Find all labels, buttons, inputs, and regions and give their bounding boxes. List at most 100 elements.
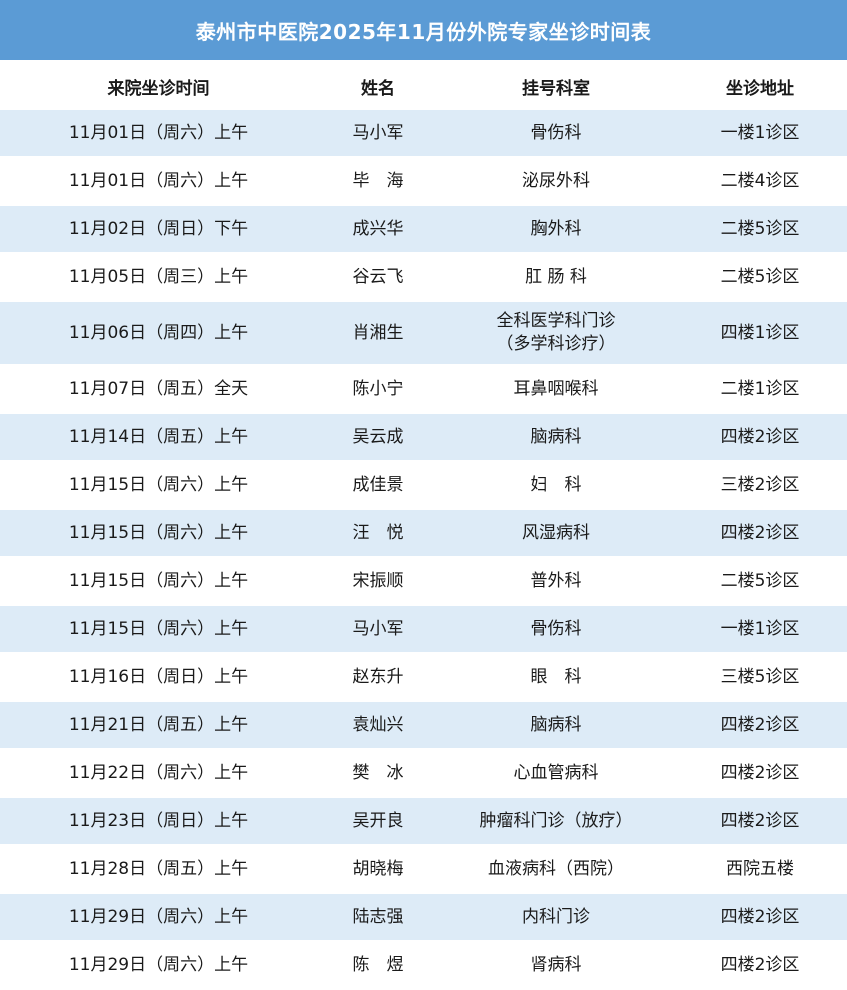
table-row: 11月15日（周六）上午 宋振顺 普外科 二楼5诊区 [0,557,847,606]
cell-location: 三楼5诊区 [673,653,847,702]
table-row: 11月28日（周五）上午 胡晓梅 血液病科（西院） 西院五楼 [0,845,847,894]
cell-time: 11月15日（周六）上午 [0,557,317,606]
schedule-table: 来院坐诊时间 姓名 挂号科室 坐诊地址 11月01日（周六）上午 马小军 骨伤科 一楼… [0,62,847,990]
table-row: 11月21日（周五）上午 袁灿兴 脑病科 四楼2诊区 [0,701,847,750]
cell-time: 11月23日（周日）上午 [0,797,317,846]
cell-time: 11月14日（周五）上午 [0,413,317,462]
cell-time: 11月15日（周六）上午 [0,509,317,558]
cell-time: 11月02日（周日）下午 [0,205,317,254]
department-label: 妇 科 [530,474,582,495]
cell-department: 眼 科 [439,653,673,702]
cell-location: 四楼2诊区 [673,893,847,942]
department-label: 泌尿外科 [522,170,590,191]
cell-name: 袁灿兴 [317,701,439,750]
cell-location: 西院五楼 [673,845,847,894]
table-row: 11月16日（周日）上午 赵东升 眼 科 三楼5诊区 [0,653,847,702]
cell-location: 二楼1诊区 [673,365,847,414]
cell-department: 血液病科（西院） [439,845,673,894]
cell-location: 四楼2诊区 [673,941,847,990]
table-row: 11月29日（周六）上午陈 煜 肾病科 四楼2诊区 [0,941,847,990]
table-row: 11月02日（周日）下午 成兴华 胸外科 二楼5诊区 [0,205,847,254]
cell-location: 四楼2诊区 [673,413,847,462]
cell-department: 内科门诊 [439,893,673,942]
cell-name: 陈小宁 [317,365,439,414]
cell-name: 成兴华 [317,205,439,254]
cell-department: 全科医学科门诊 （多学科诊疗） [439,301,673,366]
cell-time: 11月28日（周五）上午 [0,845,317,894]
cell-location: 四楼1诊区 [673,301,847,366]
cell-name: 谷云飞 [317,253,439,302]
table-row: 11月06日（周四）上午 肖湘生 全科医学科门诊 （多学科诊疗） 四楼1诊区 [0,301,847,366]
cell-department: 普外科 [439,557,673,606]
department-label: 肿瘤科门诊（放疗） [479,810,633,831]
department-label: 普外科 [530,570,582,591]
cell-name: 赵东升 [317,653,439,702]
cell-department: 肾病科 [439,941,673,990]
table-row: 11月23日（周日）上午 吴开良 肿瘤科门诊（放疗） 四楼2诊区 [0,797,847,846]
cell-time: 11月29日（周六）上午 [0,941,317,990]
table-header-row: 来院坐诊时间 姓名 挂号科室 坐诊地址 [0,62,847,110]
cell-time: 11月01日（周六）上午 [0,110,317,158]
department-label: 耳鼻咽喉科 [513,378,599,399]
table-row: 11月07日（周五）全天 陈小宁 耳鼻咽喉科 二楼1诊区 [0,365,847,414]
department-label: 全科医学科门诊 [496,311,616,332]
table-row: 11月01日（周六）上午 马小军 骨伤科 一楼1诊区 [0,110,847,158]
cell-name: 肖湘生 [317,301,439,366]
page-title: 泰州市中医院2025年11月份外院专家坐诊时间表 [0,0,847,62]
cell-time: 11月15日（周六）上午 [0,461,317,510]
cell-department: 胸外科 [439,205,673,254]
table-row: 11月05日（周三）上午 谷云飞 肛 肠 科 二楼5诊区 [0,253,847,302]
cell-location: 三楼2诊区 [673,461,847,510]
department-label: 肛 肠 科 [525,266,587,287]
cell-department: 风湿病科 [439,509,673,558]
cell-location: 二楼4诊区 [673,157,847,206]
cell-location: 一楼1诊区 [673,605,847,654]
table-row: 11月29日（周六）上午 陆志强 内科门诊 四楼2诊区 [0,893,847,942]
cell-department: 脑病科 [439,701,673,750]
department-label: 脑病科 [530,426,582,447]
cell-location: 一楼1诊区 [673,110,847,158]
cell-name: 陈 煜 [317,941,439,990]
cell-department: 脑病科 [439,413,673,462]
department-label: 胸外科 [530,218,582,239]
cell-name: 毕 海 [317,157,439,206]
cell-name: 汪 悦 [317,509,439,558]
cell-location: 四楼2诊区 [673,509,847,558]
cell-location: 四楼2诊区 [673,797,847,846]
header-location: 坐诊地址 [673,62,847,110]
cell-department: 耳鼻咽喉科 [439,365,673,414]
cell-time: 11月22日（周六）上午 [0,749,317,798]
cell-name: 成佳景 [317,461,439,510]
cell-name: 陆志强 [317,893,439,942]
table-row: 11月15日（周六）上午 成佳景 妇 科 三楼2诊区 [0,461,847,510]
cell-time: 11月29日（周六）上午 [0,893,317,942]
cell-location: 四楼2诊区 [673,749,847,798]
department-label: 血液病科（西院） [488,858,624,879]
cell-location: 二楼5诊区 [673,557,847,606]
cell-department: 泌尿外科 [439,157,673,206]
cell-time: 11月07日（周五）全天 [0,365,317,414]
department-label: 肾病科 [530,954,582,975]
cell-department: 妇 科 [439,461,673,510]
header-department: 挂号科室 [439,62,673,110]
table-row: 11月22日（周六）上午樊 冰 心血管病科 四楼2诊区 [0,749,847,798]
cell-time: 11月01日（周六）上午 [0,157,317,206]
cell-name: 马小军 [317,605,439,654]
header-name: 姓名 [317,62,439,110]
cell-department: 骨伤科 [439,605,673,654]
table-row: 11月15日（周六）上午 马小军 骨伤科 一楼1诊区 [0,605,847,654]
cell-name: 马小军 [317,110,439,158]
cell-department: 肛 肠 科 [439,253,673,302]
department-label: 骨伤科 [530,122,582,143]
cell-name: 胡晓梅 [317,845,439,894]
schedule-document: 泰州市中医院2025年11月份外院专家坐诊时间表 来院坐诊时间 姓名 挂号科室 … [0,0,847,990]
table-row: 11月15日（周六）上午汪 悦 风湿病科 四楼2诊区 [0,509,847,558]
department-label: 内科门诊 [522,906,590,927]
cell-time: 11月05日（周三）上午 [0,253,317,302]
department-label: 心血管病科 [513,762,599,783]
table-row: 11月14日（周五）上午 吴云成 脑病科 四楼2诊区 [0,413,847,462]
cell-department: 心血管病科 [439,749,673,798]
cell-location: 二楼5诊区 [673,253,847,302]
cell-location: 四楼2诊区 [673,701,847,750]
cell-name: 宋振顺 [317,557,439,606]
